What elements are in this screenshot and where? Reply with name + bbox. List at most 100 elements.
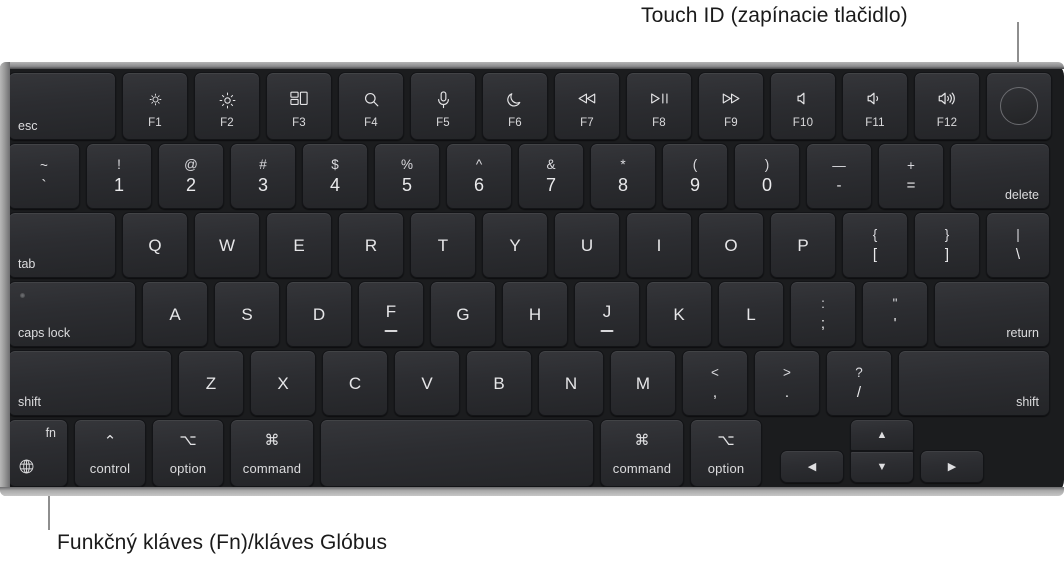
key-c[interactable]: C: [322, 350, 388, 416]
key-l[interactable]: L: [718, 281, 784, 347]
key-backtick[interactable]: ~ `: [8, 143, 80, 209]
key-bracket-left[interactable]: { [: [842, 212, 908, 278]
control-caret-icon: ⌃: [103, 433, 117, 450]
key-3[interactable]: # 3: [230, 143, 296, 209]
key-bracket-right[interactable]: } ]: [914, 212, 980, 278]
key-tab-label: tab: [18, 256, 36, 271]
key-f[interactable]: F: [358, 281, 424, 347]
key-u[interactable]: U: [554, 212, 620, 278]
key-e[interactable]: E: [266, 212, 332, 278]
key-f12-label: F12: [936, 116, 958, 129]
key-backtick-label: `: [41, 176, 47, 194]
function-key-row: esc F1 F2 F3 F4 F5 F6 F7 F8 F9 F10 F11 F…: [8, 72, 1056, 140]
key-minus[interactable]: — -: [806, 143, 872, 209]
key-h[interactable]: H: [502, 281, 568, 347]
key-8[interactable]: * 8: [590, 143, 656, 209]
key-f11-volume-down[interactable]: F11: [842, 72, 908, 140]
key-f2-brightness-up[interactable]: F2: [194, 72, 260, 140]
caps-lock-indicator-icon: [20, 293, 25, 298]
key-f12-volume-up[interactable]: F12: [914, 72, 980, 140]
key-k[interactable]: K: [646, 281, 712, 347]
key-x-label: X: [277, 373, 289, 393]
key-arrow-left[interactable]: ◀: [780, 450, 844, 483]
key-tab[interactable]: tab: [8, 212, 116, 278]
key-f3-label: F3: [292, 116, 306, 129]
key-f8-play-pause[interactable]: F8: [626, 72, 692, 140]
key-f1-brightness-down[interactable]: F1: [122, 72, 188, 140]
volume-down-icon: [843, 91, 907, 107]
key-m[interactable]: M: [610, 350, 676, 416]
key-w-label: W: [218, 235, 236, 255]
key-period[interactable]: > .: [754, 350, 820, 416]
key-o[interactable]: O: [698, 212, 764, 278]
key-f5-dictation[interactable]: F5: [410, 72, 476, 140]
key-fn-globe[interactable]: fn: [8, 419, 68, 487]
key-g[interactable]: G: [430, 281, 496, 347]
key-command-left[interactable]: ⌘ command: [230, 419, 314, 487]
key-shift-right[interactable]: shift: [898, 350, 1050, 416]
key-q[interactable]: Q: [122, 212, 188, 278]
brightness-up-icon: [195, 91, 259, 110]
key-f9-fast-forward[interactable]: F9: [698, 72, 764, 140]
key-arrow-right[interactable]: ▶: [920, 450, 984, 483]
key-f7-rewind[interactable]: F7: [554, 72, 620, 140]
key-s[interactable]: S: [214, 281, 280, 347]
key-4-label: 4: [329, 175, 340, 196]
key-command-right[interactable]: ⌘ command: [600, 419, 684, 487]
key-j[interactable]: J: [574, 281, 640, 347]
touch-id-icon: [1000, 87, 1038, 125]
key-control-left[interactable]: ⌃ control: [74, 419, 146, 487]
key-i[interactable]: I: [626, 212, 692, 278]
key-delete[interactable]: delete: [950, 143, 1050, 209]
key-7-shift-label: &: [546, 156, 556, 172]
key-f10-volume-mute[interactable]: F10: [770, 72, 836, 140]
key-f4-spotlight-search[interactable]: F4: [338, 72, 404, 140]
space-bar[interactable]: [320, 419, 594, 487]
key-y[interactable]: Y: [482, 212, 548, 278]
key-return[interactable]: return: [934, 281, 1050, 347]
key-9[interactable]: ( 9: [662, 143, 728, 209]
key-1-label: 1: [113, 175, 124, 196]
key-2[interactable]: @ 2: [158, 143, 224, 209]
touch-id-power-button[interactable]: [986, 72, 1052, 140]
key-r[interactable]: R: [338, 212, 404, 278]
key-b[interactable]: B: [466, 350, 532, 416]
key-arrow-up[interactable]: ▲: [850, 419, 914, 451]
key-t[interactable]: T: [410, 212, 476, 278]
key-f6-do-not-disturb[interactable]: F6: [482, 72, 548, 140]
key-n[interactable]: N: [538, 350, 604, 416]
key-0[interactable]: ) 0: [734, 143, 800, 209]
option-alt-icon: ⌥: [179, 432, 197, 449]
key-a-label: A: [169, 304, 181, 324]
key-z[interactable]: Z: [178, 350, 244, 416]
key-p[interactable]: P: [770, 212, 836, 278]
key-slash[interactable]: ? /: [826, 350, 892, 416]
key-v[interactable]: V: [394, 350, 460, 416]
key-esc[interactable]: esc: [8, 72, 116, 140]
key-option-left[interactable]: ⌥ option: [152, 419, 224, 487]
key-4[interactable]: $ 4: [302, 143, 368, 209]
key-semicolon[interactable]: : ;: [790, 281, 856, 347]
key-quote[interactable]: " ': [862, 281, 928, 347]
key-arrow-down[interactable]: ▼: [850, 451, 914, 483]
key-9-label: 9: [689, 175, 700, 196]
key-w[interactable]: W: [194, 212, 260, 278]
key-3-shift-label: #: [259, 156, 267, 172]
key-n-label: N: [564, 373, 578, 393]
key-caps-lock[interactable]: caps lock: [8, 281, 136, 347]
key-shift-left[interactable]: shift: [8, 350, 172, 416]
key-a[interactable]: A: [142, 281, 208, 347]
key-u-label: U: [580, 235, 594, 255]
key-5[interactable]: % 5: [374, 143, 440, 209]
key-caps-lock-label: caps lock: [18, 325, 71, 340]
key-1[interactable]: ! 1: [86, 143, 152, 209]
key-x[interactable]: X: [250, 350, 316, 416]
key-f3-mission-control[interactable]: F3: [266, 72, 332, 140]
key-equals[interactable]: + =: [878, 143, 944, 209]
key-d[interactable]: D: [286, 281, 352, 347]
key-7[interactable]: & 7: [518, 143, 584, 209]
key-6[interactable]: ^ 6: [446, 143, 512, 209]
key-backslash[interactable]: | \: [986, 212, 1050, 278]
key-comma[interactable]: < ,: [682, 350, 748, 416]
key-option-right[interactable]: ⌥ option: [690, 419, 762, 487]
